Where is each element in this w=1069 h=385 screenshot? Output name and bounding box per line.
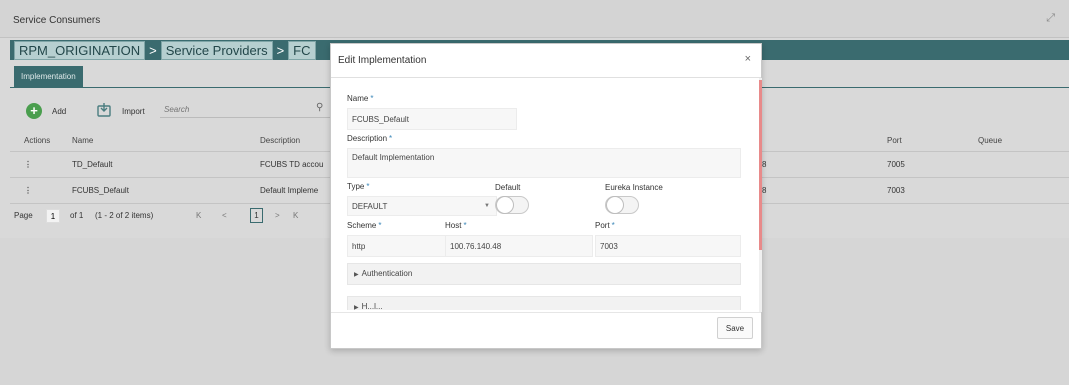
- chevron-right-icon: ▶: [354, 305, 359, 310]
- page-header: Service Consumers ⤢: [0, 0, 1069, 38]
- row-description: Default Impleme: [260, 186, 319, 195]
- row-port: 7003: [887, 186, 905, 195]
- add-button[interactable]: Add: [52, 107, 66, 116]
- search-icon[interactable]: ⚲: [316, 102, 323, 113]
- port-label: Port *: [595, 221, 615, 230]
- close-icon[interactable]: ×: [745, 53, 751, 65]
- breadcrumb-item-current[interactable]: FC: [288, 40, 316, 60]
- chevron-right-icon: ▶: [354, 272, 359, 278]
- dialog-footer-divider: [331, 312, 761, 313]
- pager-of-label: of 1: [70, 211, 84, 220]
- description-label: Description *: [347, 134, 393, 143]
- page-title: Service Consumers: [13, 15, 101, 26]
- name-label: Name *: [347, 94, 374, 103]
- row-host-fragment: 8: [762, 186, 767, 195]
- pager-prev-icon[interactable]: <: [222, 211, 227, 220]
- scheme-select-value: http: [352, 241, 366, 251]
- import-button[interactable]: Import: [122, 107, 145, 116]
- default-toggle[interactable]: [495, 196, 529, 214]
- eureka-instance-toggle[interactable]: [605, 196, 639, 214]
- row-name: FCUBS_Default: [72, 186, 129, 195]
- dialog-title: Edit Implementation: [338, 55, 427, 66]
- column-header-queue[interactable]: Queue: [978, 130, 1038, 152]
- pager-page-label: Page: [14, 211, 33, 220]
- toggle-knob: [606, 196, 624, 214]
- pager-items-label: (1 - 2 of 2 items): [95, 211, 154, 220]
- column-header-actions: Actions: [24, 136, 51, 145]
- port-field[interactable]: 7003: [595, 235, 741, 257]
- authentication-section[interactable]: ▶ Authentication: [347, 263, 741, 285]
- eureka-instance-label: Eureka Instance: [605, 183, 663, 192]
- save-button[interactable]: Save: [717, 317, 753, 339]
- row-name: TD_Default: [72, 160, 113, 169]
- toggle-knob: [496, 196, 514, 214]
- search-input[interactable]: [160, 102, 330, 118]
- dialog-header-divider: [331, 77, 761, 78]
- row-actions-menu[interactable]: ⋮: [24, 178, 64, 204]
- host-label: Host *: [445, 221, 467, 230]
- tab-implementation[interactable]: Implementation: [14, 66, 83, 88]
- import-icon[interactable]: [96, 102, 112, 118]
- pager-current-page[interactable]: 1: [250, 208, 263, 223]
- headers-section[interactable]: ▶ H...l...: [347, 296, 741, 310]
- row-port: 7005: [887, 160, 905, 169]
- pager-page-input[interactable]: [46, 209, 60, 223]
- dialog-scrollbar-thumb[interactable]: [759, 80, 762, 250]
- pager-first-icon[interactable]: K: [196, 211, 201, 220]
- breadcrumb-item-rpm-origination[interactable]: RPM_ORIGINATION: [14, 40, 146, 60]
- column-header-port[interactable]: Port: [887, 130, 947, 152]
- headers-label: H...l...: [361, 302, 383, 310]
- scheme-label: Scheme *: [347, 221, 382, 230]
- pagination: Page of 1 (1 - 2 of 2 items) K < 1 > K: [10, 206, 340, 228]
- breadcrumb-separator: >: [276, 42, 285, 58]
- add-icon[interactable]: +: [26, 103, 42, 119]
- breadcrumb-separator: >: [149, 42, 157, 58]
- expand-icon[interactable]: ⤢: [1046, 12, 1055, 25]
- host-field[interactable]: 100.76.140.48: [445, 235, 593, 257]
- row-actions-menu[interactable]: ⋮: [24, 152, 64, 178]
- column-header-description[interactable]: Description: [260, 130, 332, 152]
- dialog-body: Name * FCUBS_Default Description * Default…: [339, 86, 755, 310]
- description-field[interactable]: Default Implementation: [347, 148, 741, 178]
- row-host-fragment: 8: [762, 160, 767, 169]
- authentication-label: Authentication: [361, 269, 413, 278]
- breadcrumb-item-service-providers[interactable]: Service Providers: [160, 40, 273, 60]
- pager-last-icon[interactable]: K: [293, 211, 298, 220]
- default-label: Default: [495, 183, 521, 192]
- type-select-value: DEFAULT: [352, 201, 388, 211]
- name-field[interactable]: FCUBS_Default: [347, 108, 517, 130]
- toolbar: + Add Import ⚲: [10, 98, 350, 122]
- chevron-down-icon: ▼: [484, 203, 490, 209]
- column-header-name[interactable]: Name: [72, 130, 242, 152]
- row-description: FCUBS TD accou: [260, 160, 324, 169]
- type-label: Type *: [347, 182, 370, 191]
- pager-next-icon[interactable]: >: [275, 211, 280, 220]
- type-select[interactable]: DEFAULT ▼: [347, 196, 497, 216]
- edit-implementation-dialog: Edit Implementation × Name * FCUBS_Defaul…: [330, 43, 762, 349]
